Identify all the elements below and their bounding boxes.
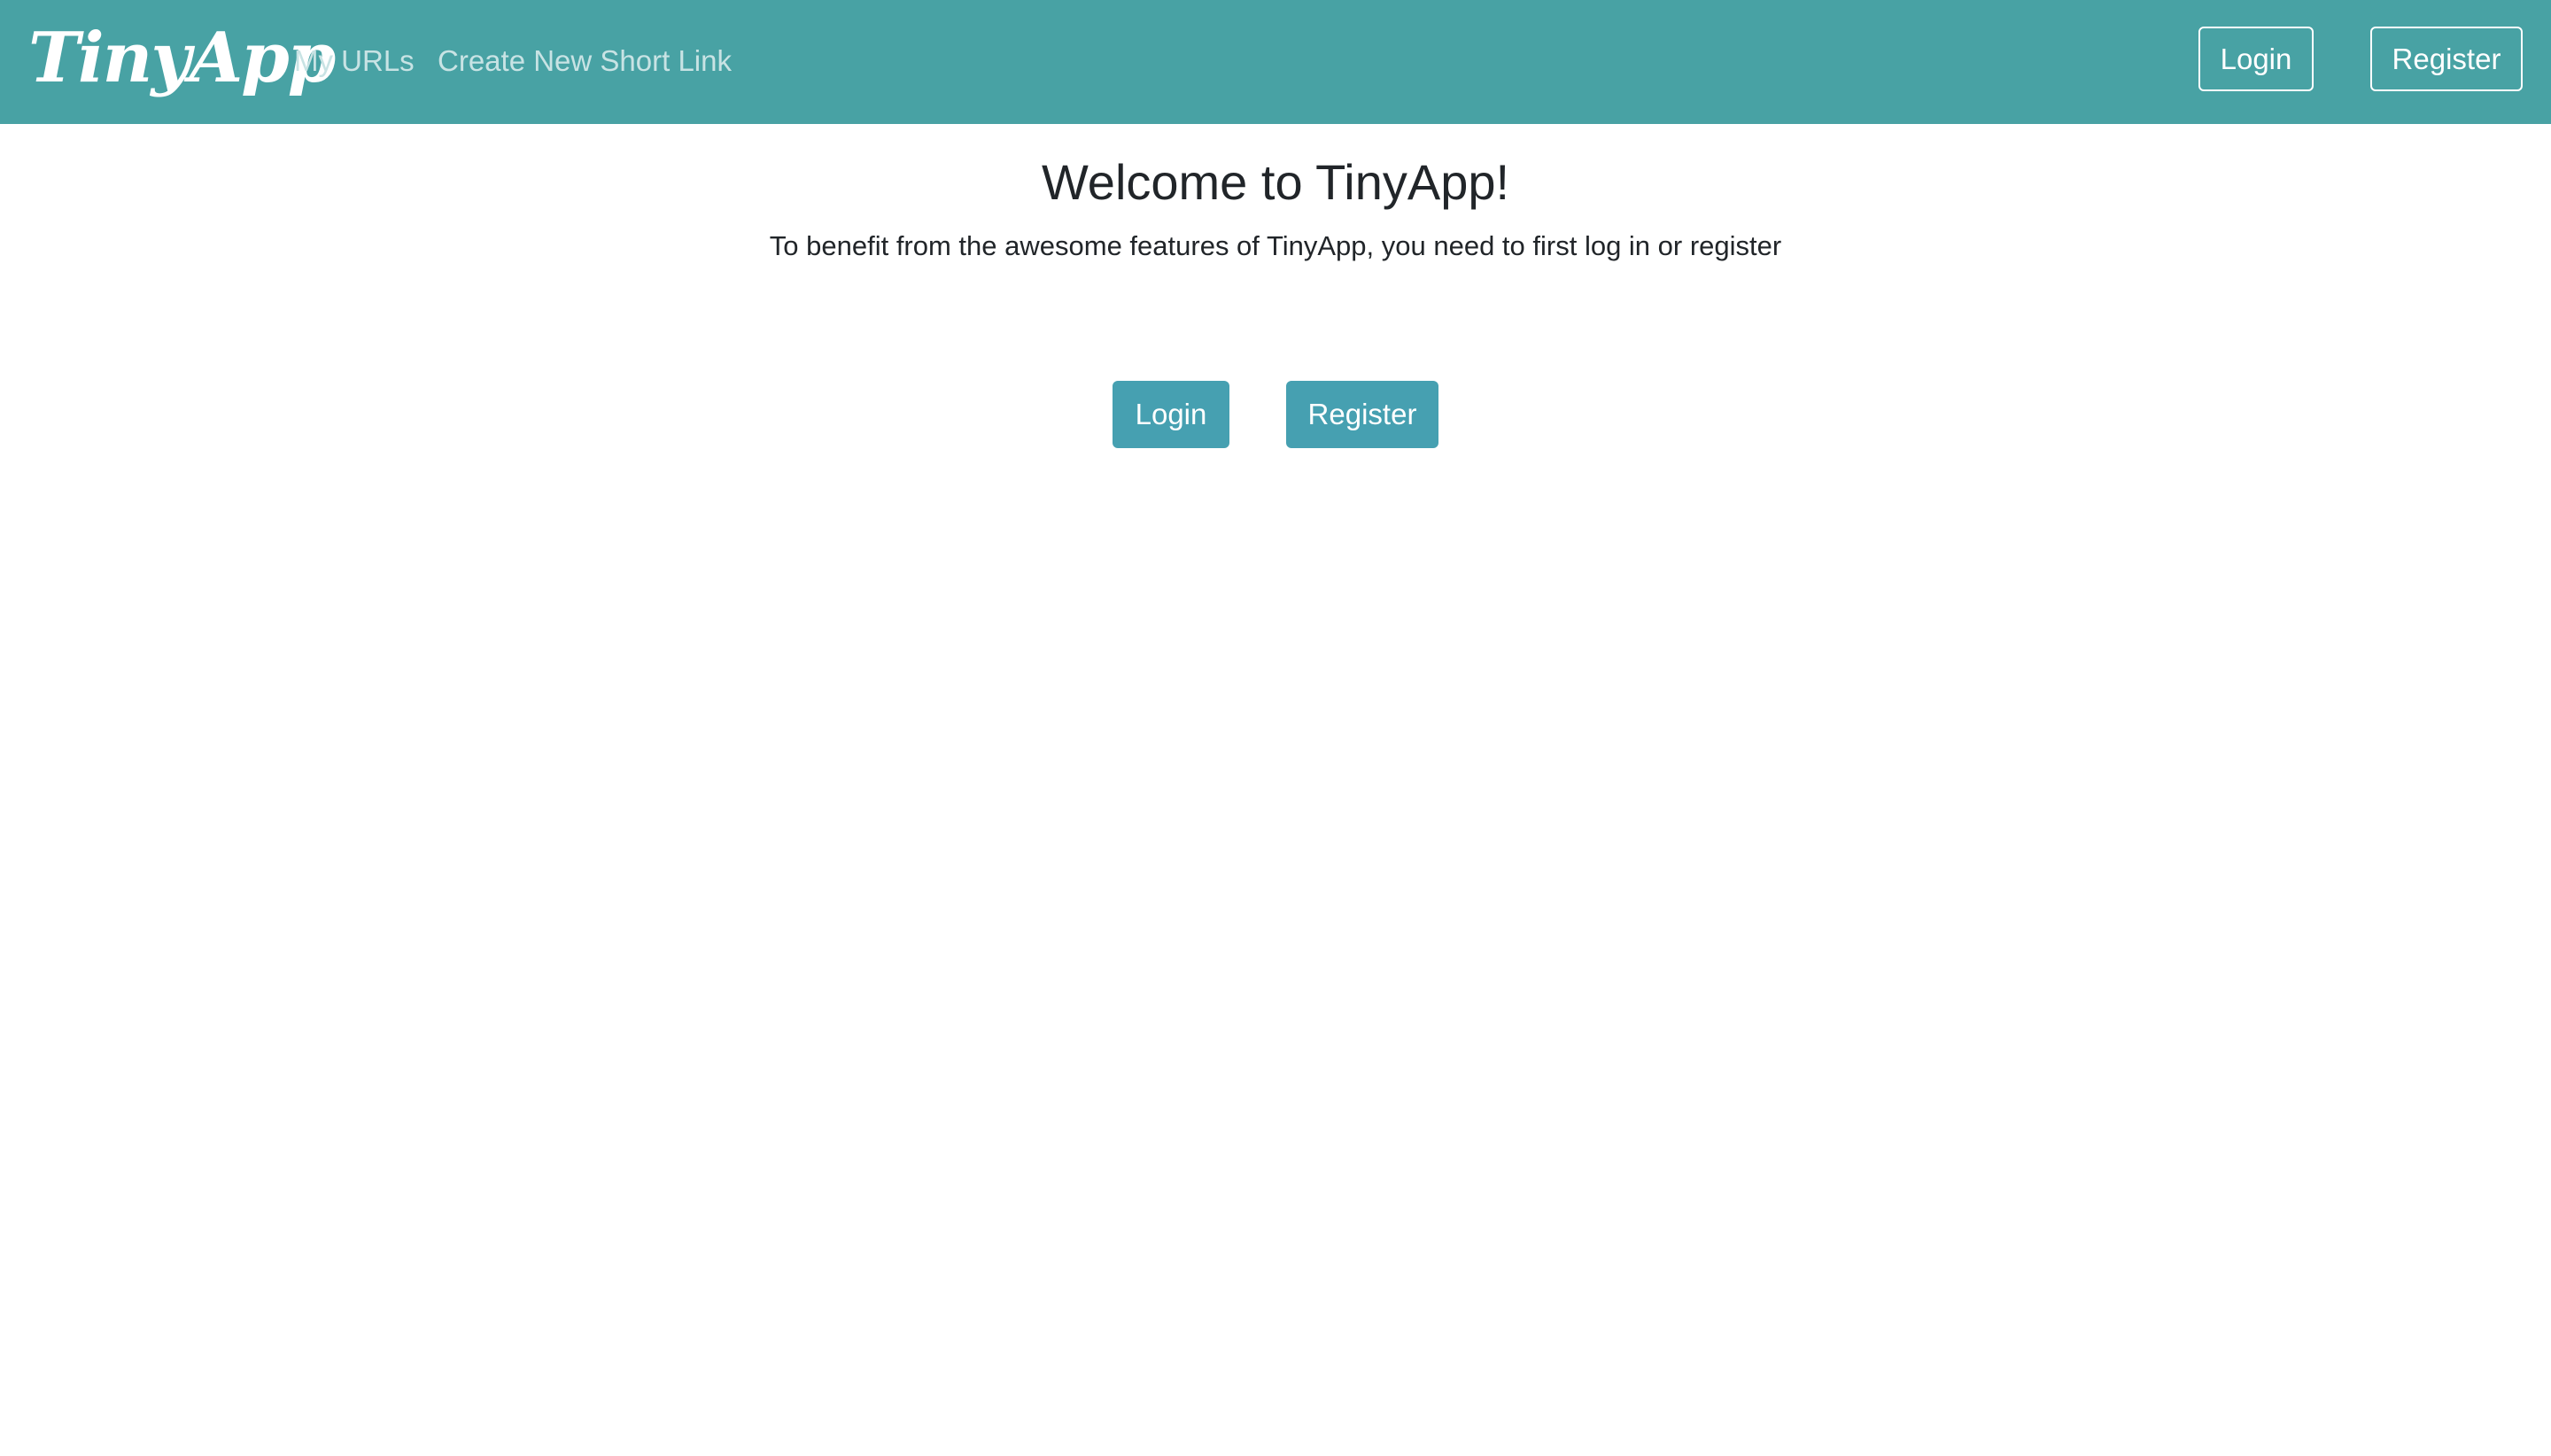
nav-link-create-new-short-link[interactable]: Create New Short Link xyxy=(438,39,732,83)
brand-logo[interactable]: TinyApp xyxy=(28,14,336,103)
main-login-button[interactable]: Login xyxy=(1113,381,1229,448)
top-navbar: TinyApp My URLs Create New Short Link Lo… xyxy=(0,0,2551,124)
main-register-button[interactable]: Register xyxy=(1286,381,1438,448)
nav-link-my-urls[interactable]: My URLs xyxy=(294,39,415,83)
page-title: Welcome to TinyApp! xyxy=(1041,154,1510,210)
navbar-register-button[interactable]: Register xyxy=(2370,27,2523,91)
navbar-login-button[interactable]: Login xyxy=(2198,27,2314,91)
page-subtitle: To benefit from the awesome features of … xyxy=(769,230,1782,261)
